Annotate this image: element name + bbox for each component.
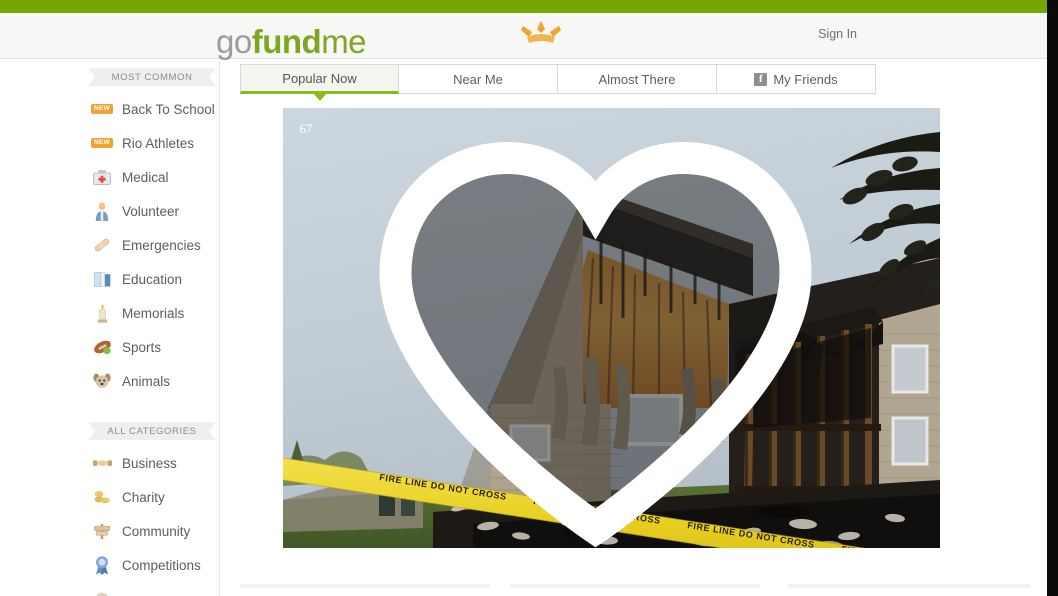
active-tab-arrow-icon — [313, 94, 326, 101]
tab-label: Near Me — [453, 71, 503, 87]
tab-label: Almost There — [598, 71, 676, 87]
main-content: Popular Now Near Me Almost There f My Fr… — [221, 60, 1047, 596]
gofundme-logo[interactable]: go fund me — [216, 18, 561, 60]
sidebar-list-all-categories: Business Charity Community Competitions — [0, 446, 219, 596]
sidebar-item-label: Business — [122, 455, 177, 471]
sidebar-section-header-most-common: MOST COMMON — [88, 68, 216, 86]
logo-text-fund: fund — [251, 23, 322, 60]
football-icon — [92, 337, 112, 357]
sidebar-item-competitions[interactable]: Competitions — [0, 548, 219, 582]
card-placeholder[interactable] — [240, 568, 490, 596]
tab-label: My Friends — [773, 71, 838, 87]
new-badge-icon: NEW — [90, 99, 114, 119]
page-root: go fund me Sign In MOST COMMON NEW Back … — [0, 0, 1058, 596]
sidebar-item-memorials[interactable]: Memorials — [0, 296, 219, 330]
logo-text-me: me — [321, 23, 367, 60]
sidebar-section-title: ALL CATEGORIES — [107, 425, 197, 437]
volunteer-person-icon — [92, 201, 112, 221]
sidebar-item-label: Memorials — [122, 305, 185, 321]
sidebar-item-label: Education — [122, 271, 183, 287]
discover-tabs: Popular Now Near Me Almost There f My Fr… — [240, 64, 876, 101]
handshake-icon — [92, 453, 112, 473]
signpost-icon — [92, 521, 112, 541]
sidebar-item-label: Rio Athletes — [122, 135, 195, 151]
sidebar-section-title: MOST COMMON — [111, 71, 193, 83]
card-placeholder[interactable] — [780, 568, 1030, 596]
sidebar-item-community[interactable]: Community — [0, 514, 219, 548]
sign-in-link[interactable]: Sign In — [818, 27, 857, 41]
campaign-card-placeholders — [240, 568, 1030, 596]
sidebar-item-animals[interactable]: Animals — [0, 364, 219, 398]
award-ribbon-icon — [92, 555, 112, 575]
sidebar-item-charity[interactable]: Charity — [0, 480, 219, 514]
logo-text-go: go — [216, 23, 252, 60]
sidebar-list-most-common: NEW Back To School NEW Rio Athletes Medi… — [0, 92, 219, 398]
tab-my-friends[interactable]: f My Friends — [717, 64, 876, 94]
tab-popular-now[interactable]: Popular Now — [240, 64, 399, 101]
sidebar-item-label: Back To School — [122, 101, 215, 117]
sidebar-item-label: Emergencies — [122, 237, 201, 253]
partial-category-icon — [92, 589, 112, 596]
sidebar-item-education[interactable]: Education — [0, 262, 219, 296]
sidebar-item-sports[interactable]: Sports — [0, 330, 219, 364]
first-aid-kit-icon — [92, 167, 112, 187]
right-window-edge — [1047, 0, 1058, 596]
coins-icon — [92, 487, 112, 507]
sidebar-item-label: Sports — [122, 339, 162, 355]
sidebar-item-volunteer[interactable]: Emergencies Volunteer — [0, 194, 219, 228]
sidebar-item-emergencies[interactable]: Emergencies — [0, 228, 219, 262]
tab-almost-there[interactable]: Almost There — [558, 64, 717, 94]
dog-face-icon — [92, 371, 112, 391]
sidebar-item-partial-next[interactable] — [0, 582, 219, 596]
sidebar-item-label: Animals — [122, 373, 171, 389]
sidebar-item-label: Community — [122, 523, 191, 539]
sidebar-item-label: Medical — [122, 169, 169, 185]
crown-heart-icon — [521, 21, 561, 43]
tab-near-me[interactable]: Near Me — [399, 64, 558, 94]
sidebar-item-label: Charity — [122, 489, 165, 505]
sidebar-item-label: Competitions — [122, 557, 201, 573]
sidebar-item-business[interactable]: Business — [0, 446, 219, 480]
site-header: go fund me Sign In — [0, 13, 1047, 59]
bandage-icon — [92, 235, 112, 255]
facebook-icon: f — [754, 72, 768, 86]
sidebar-section-header-all-categories: ALL CATEGORIES — [88, 422, 216, 440]
body-area: MOST COMMON NEW Back To School NEW Rio A… — [0, 60, 1047, 596]
tab-label: Popular Now — [282, 70, 357, 86]
memorial-candle-icon — [92, 303, 112, 323]
featured-campaign-photo[interactable]: FIRE LINE DO NOT CROSS FIRE LINE DO NOT … — [283, 108, 940, 548]
sidebar-item-medical[interactable]: Medical — [0, 160, 219, 194]
sidebar-item-back-to-school[interactable]: NEW Back To School — [0, 92, 219, 126]
new-badge-icon: NEW — [90, 133, 114, 153]
card-placeholder[interactable] — [510, 568, 760, 596]
category-sidebar: MOST COMMON NEW Back To School NEW Rio A… — [0, 60, 220, 596]
like-heart-badge[interactable] — [283, 118, 924, 548]
books-icon — [92, 269, 112, 289]
top-green-bar — [0, 0, 1047, 13]
sidebar-item-label: Volunteer — [122, 203, 180, 219]
sidebar-item-rio-athletes[interactable]: NEW Rio Athletes — [0, 126, 219, 160]
